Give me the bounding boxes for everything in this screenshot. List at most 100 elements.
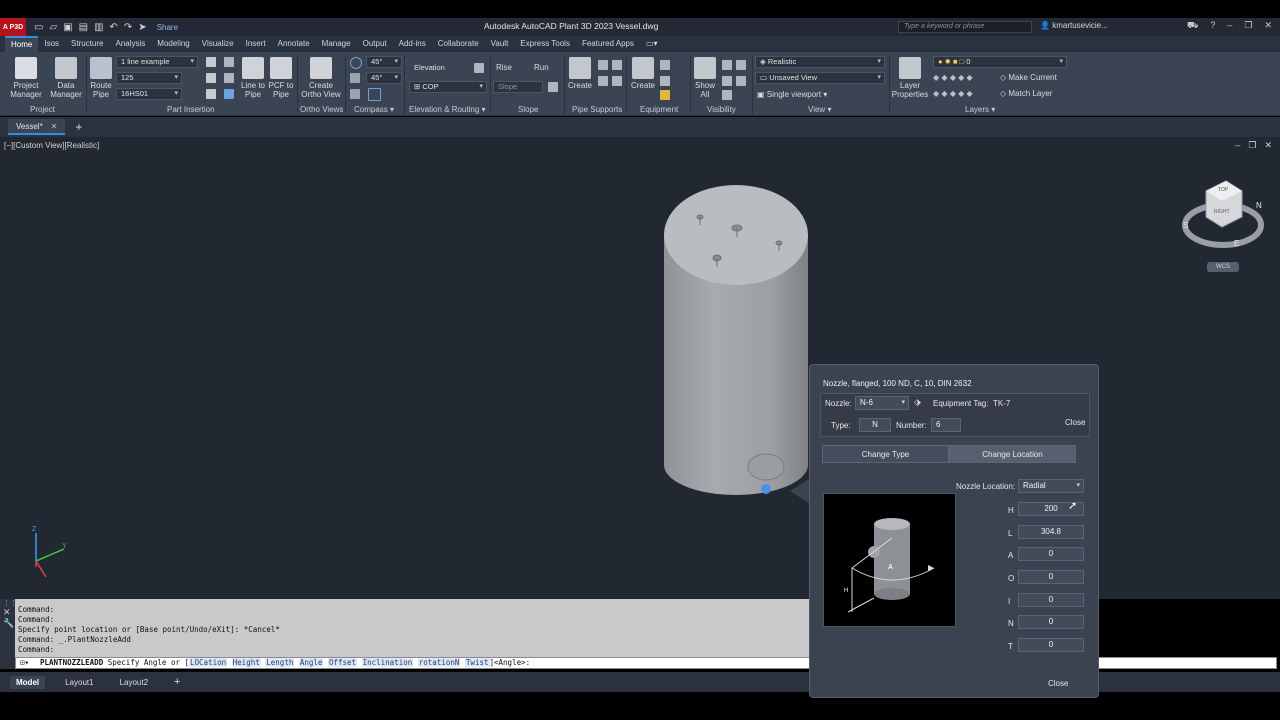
add-layout-icon[interactable]: + (168, 674, 186, 690)
pcf-to-pipe-button[interactable]: PCF to Pipe (268, 57, 294, 99)
param-l-field[interactable]: 304.8 (1018, 525, 1084, 539)
number-field[interactable]: 6 (931, 418, 961, 432)
cop-combo[interactable]: ⊞ COP ▾ (409, 81, 487, 93)
elevation-icon[interactable] (474, 63, 484, 73)
nozzle-location-select[interactable]: Radial ▾ (1018, 479, 1084, 493)
tab-home[interactable]: Home (5, 36, 39, 52)
valve-icon[interactable] (224, 57, 234, 67)
compass-toggle-icon[interactable] (350, 57, 362, 69)
layer-combo[interactable]: ● ✹ ■ □ 0 ▾ (933, 56, 1067, 68)
layer-tools-row[interactable]: ◆ ◆ ◆ ◆ ◆ (933, 89, 973, 98)
viewcube[interactable]: TOP RIGHT N S E (1182, 177, 1264, 257)
visibility-tool-icon[interactable] (722, 90, 732, 100)
equipment-tool-icon[interactable] (660, 60, 670, 70)
elevation-field[interactable]: Elevation (409, 62, 469, 74)
close-icon[interactable]: ✕ (0, 607, 15, 618)
slope-field[interactable]: Slope (493, 81, 543, 93)
viewcube-top-label[interactable]: TOP (1218, 187, 1228, 193)
tab-structure[interactable]: Structure (65, 36, 109, 52)
option-length[interactable]: Length (265, 658, 295, 667)
change-type-button[interactable]: Change Type (822, 445, 949, 463)
support-tool-icon[interactable] (612, 60, 622, 70)
tab-modeling[interactable]: Modeling (151, 36, 195, 52)
create-pipe-support-button[interactable]: Create (567, 57, 593, 90)
compass-angle-combo[interactable]: 45° ▾ (366, 56, 402, 68)
tab-collaborate[interactable]: Collaborate (432, 36, 485, 52)
compass-east-label[interactable]: E (1234, 239, 1239, 248)
single-viewport-button[interactable]: ▣ Single viewport ▾ (757, 90, 827, 99)
visual-style-combo[interactable]: ◈ Realistic ▾ (755, 56, 885, 68)
option-twist[interactable]: Twist (464, 658, 490, 667)
doc-tab-vessel[interactable]: Vessel* ✕ (8, 119, 66, 135)
angle-icon[interactable] (350, 89, 360, 99)
hide-icon[interactable] (722, 60, 732, 70)
minimize-icon[interactable]: – (1227, 20, 1232, 32)
open-folder-icon[interactable]: ▱ (49, 22, 57, 33)
grip-icon[interactable]: ⋮⋮ (0, 599, 17, 607)
save-icon[interactable]: ▣ (63, 22, 72, 33)
option-height[interactable]: Height (231, 658, 261, 667)
param-i-field[interactable]: 0 (1018, 593, 1084, 607)
wrench-icon[interactable]: 🔧 (0, 618, 15, 629)
isolate-icon[interactable] (722, 76, 732, 86)
share-icon[interactable]: ➤ (138, 22, 146, 33)
tab-isos[interactable]: Isos (38, 36, 65, 52)
tag-icon[interactable]: ⬗ (914, 397, 921, 408)
panel-elevation-routing-label[interactable]: Elevation & Routing ▾ (409, 105, 486, 114)
param-n-field[interactable]: 0 (1018, 615, 1084, 629)
user-account[interactable]: 👤 kmartusevicie... (1040, 21, 1108, 30)
support-tool-icon[interactable] (612, 76, 622, 86)
match-layer-button[interactable]: ◇ Match Layer (1000, 89, 1052, 98)
tab-visualize[interactable]: Visualize (196, 36, 240, 52)
show-all-button[interactable]: Show All (693, 57, 717, 99)
compass-north-label[interactable]: N (1256, 201, 1262, 210)
change-location-button[interactable]: Change Location (949, 445, 1076, 463)
option-location[interactable]: LOCation (189, 658, 228, 667)
viewcube-right-label[interactable]: RIGHT (1214, 209, 1230, 215)
pipe-size-combo[interactable]: 125 ▾ (116, 72, 182, 84)
snap-icon[interactable] (350, 73, 360, 83)
make-current-button[interactable]: ◇ Make Current (1000, 73, 1057, 82)
param-t-field[interactable]: 0 (1018, 638, 1084, 652)
layout-tab-layout2[interactable]: Layout2 (114, 676, 154, 689)
flange-icon[interactable] (224, 73, 234, 83)
vessel-model[interactable] (664, 185, 808, 495)
option-inclination[interactable]: Inclination (361, 658, 414, 667)
param-o-field[interactable]: 0 (1018, 570, 1084, 584)
tab-express-tools[interactable]: Express Tools (514, 36, 576, 52)
help-icon[interactable]: ? (1210, 20, 1215, 32)
restore-icon[interactable]: ❐ (1244, 20, 1252, 32)
new-tab-icon[interactable]: + (75, 120, 82, 134)
tag-icon[interactable] (206, 57, 216, 67)
panel-compass-label[interactable]: Compass ▾ (354, 105, 394, 114)
tab-insert[interactable]: Insert (240, 36, 272, 52)
folder-icon[interactable] (660, 90, 670, 100)
tab-add-ins[interactable]: Add-ins (393, 36, 432, 52)
close-icon[interactable]: ✕ (1264, 20, 1272, 32)
create-equipment-button[interactable]: Create (629, 57, 657, 90)
panel-layers-label[interactable]: Layers ▾ (965, 105, 995, 114)
layer-properties-button[interactable]: Layer Properties (891, 57, 929, 99)
save-as-icon[interactable]: ▤ (79, 22, 88, 33)
close-button-bottom[interactable]: Close (1048, 679, 1068, 688)
compass-settings-icon[interactable] (368, 88, 381, 101)
tab-output[interactable]: Output (357, 36, 393, 52)
named-view-combo[interactable]: ▭ Unsaved View ▾ (755, 72, 885, 84)
param-a-field[interactable]: 0 (1018, 547, 1084, 561)
wcs-button[interactable]: WCS (1207, 262, 1239, 272)
connector-icon[interactable] (224, 89, 234, 99)
layout-tab-model[interactable]: Model (10, 675, 46, 689)
ribbon-toggle-icon[interactable]: ▭▾ (640, 36, 664, 52)
snap-angle-combo[interactable]: 45° ▾ (366, 72, 402, 84)
option-angle[interactable]: Angle (298, 658, 324, 667)
line-number-combo[interactable]: 1 line example ▾ (116, 56, 198, 68)
tab-manage[interactable]: Manage (316, 36, 357, 52)
compass-south-label[interactable]: S (1183, 221, 1188, 230)
undo-icon[interactable]: ↶ (110, 22, 118, 33)
panel-view-label[interactable]: View ▾ (808, 105, 831, 114)
data-manager-button[interactable]: Data Manager (50, 57, 82, 99)
line-to-pipe-button[interactable]: Line to Pipe (239, 57, 267, 99)
nozzle-select[interactable]: N-6 ▾ (855, 396, 909, 410)
visibility-tool-icon[interactable] (736, 76, 746, 86)
support-tool-icon[interactable] (598, 76, 608, 86)
